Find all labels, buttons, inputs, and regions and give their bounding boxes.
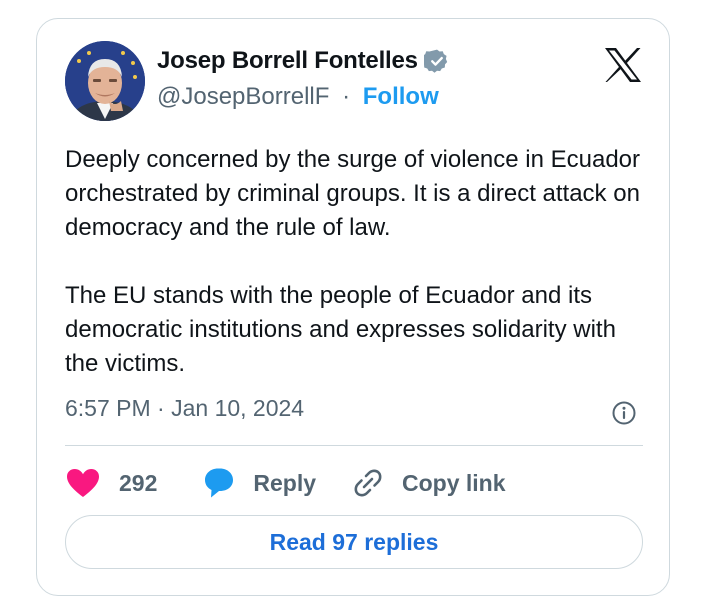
- avatar[interactable]: [65, 41, 145, 121]
- like-button[interactable]: 292: [65, 467, 157, 499]
- heart-icon: [67, 469, 99, 497]
- tweet-paragraph: The EU stands with the people of Ecuador…: [65, 282, 616, 377]
- avatar-image: [65, 41, 145, 121]
- copy-link-label: Copy link: [402, 469, 506, 496]
- info-icon[interactable]: [611, 400, 637, 426]
- reply-label: Reply: [253, 469, 317, 496]
- author-name-row: Josep Borrell Fontelles: [157, 47, 450, 75]
- author-handle-row: @JosepBorrellF · Follow: [157, 83, 439, 111]
- copy-link-button[interactable]: Copy link: [352, 467, 506, 499]
- action-bar: 292 Reply Copy link: [65, 465, 506, 501]
- x-logo-icon[interactable]: [603, 47, 643, 83]
- reply-button[interactable]: Reply: [201, 466, 316, 500]
- reply-bubble-icon: [205, 468, 234, 498]
- author-handle[interactable]: @JosepBorrellF: [157, 83, 329, 110]
- verified-badge-icon: [421, 48, 450, 74]
- divider: [65, 445, 643, 446]
- author-name[interactable]: Josep Borrell Fontelles: [157, 47, 418, 75]
- handle-separator: ·: [342, 83, 351, 110]
- read-replies-button[interactable]: Read 97 replies: [65, 515, 643, 569]
- link-icon: [354, 469, 382, 497]
- tweet-timestamp[interactable]: 6:57 PM · Jan 10, 2024: [65, 395, 304, 422]
- tweet-card: Josep Borrell Fontelles @JosepBorrellF ·…: [36, 18, 670, 596]
- like-count: 292: [119, 469, 158, 496]
- tweet-paragraph: Deeply concerned by the surge of violenc…: [65, 146, 641, 241]
- tweet-text: Deeply concerned by the surge of violenc…: [65, 143, 645, 381]
- follow-button[interactable]: Follow: [363, 83, 439, 110]
